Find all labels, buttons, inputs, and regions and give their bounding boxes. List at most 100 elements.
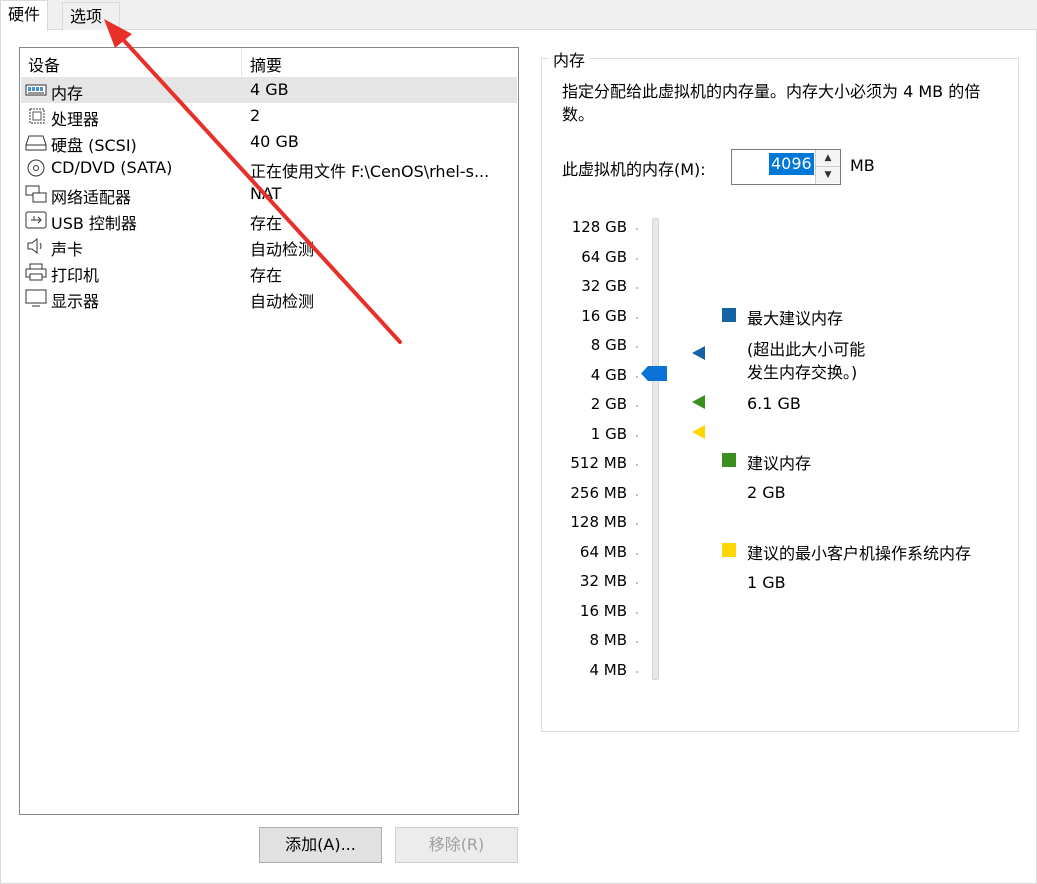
sound-icon — [27, 237, 42, 255]
device-row-memory[interactable]: 内存 4 GB — [21, 77, 517, 103]
scale-label: 8 MB — [589, 631, 627, 649]
device-name: 声卡 — [51, 240, 84, 259]
device-name: 网络适配器 — [51, 188, 132, 207]
scale-label: 16 MB — [579, 601, 627, 620]
device-summary: 正在使用文件 F:\CenOS\rhel-s... — [250, 162, 490, 181]
scale-label: 32 MB — [579, 572, 627, 590]
scale-tick — [636, 523, 638, 525]
device-name: 硬盘 (SCSI) — [51, 136, 137, 155]
display-icon — [25, 289, 47, 307]
scale-label: 128 GB — [571, 218, 627, 236]
usb-icon — [25, 211, 47, 229]
tab-options[interactable]: 选项 — [62, 2, 120, 30]
spin-buttons: ▲ ▼ — [815, 150, 840, 184]
device-name: CD/DVD (SATA) — [51, 158, 173, 177]
scale-tick — [636, 582, 638, 584]
scale-tick — [636, 405, 638, 407]
scale-tick — [636, 641, 638, 643]
device-name: 处理器 — [51, 110, 100, 129]
add-button[interactable]: 添加(A)... — [259, 827, 382, 863]
device-row-network-adapter[interactable]: 网络适配器 NAT — [21, 181, 517, 207]
recommended-memory-marker — [692, 395, 705, 409]
memory-spinbox[interactable]: 4096 ▲ ▼ — [731, 149, 841, 185]
column-header-device[interactable]: 设备 — [28, 52, 60, 76]
column-separator[interactable] — [241, 48, 242, 76]
max-memory-note: (超出此大小可能 发生内存交换。) — [747, 340, 866, 382]
device-summary: 自动检测 — [250, 240, 315, 259]
min-memory-value: 1 GB — [747, 573, 786, 592]
scale-tick — [636, 346, 638, 348]
device-name: 显示器 — [51, 292, 100, 311]
min-memory-swatch — [722, 543, 736, 557]
device-row-sound[interactable]: 声卡 自动检测 — [21, 233, 517, 259]
scale-tick — [636, 464, 638, 466]
memory-slider-track[interactable] — [652, 218, 659, 680]
spin-down-button[interactable]: ▼ — [816, 167, 840, 183]
device-list[interactable]: 设备 摘要 内存 4 GB 处理器 2 硬盘 (SCSI) 40 GB CD/D… — [19, 47, 519, 815]
scale-tick — [636, 316, 638, 319]
tab-bar: 硬件 选项 — [0, 0, 1037, 884]
recommended-memory-swatch — [722, 453, 736, 467]
scale-tick — [636, 552, 638, 555]
device-summary: NAT — [250, 184, 282, 203]
scale-label: 16 GB — [581, 306, 627, 325]
scale-tick — [636, 434, 638, 437]
max-memory-marker — [692, 346, 705, 360]
scale-label: 64 GB — [581, 247, 627, 266]
device-row-printer[interactable]: 打印机 存在 — [21, 259, 517, 285]
printer-icon — [25, 263, 47, 281]
recommended-memory-value: 2 GB — [747, 483, 786, 502]
scale-label: 1 GB — [590, 424, 627, 443]
memory-unit: MB — [850, 156, 875, 175]
scale-tick — [636, 287, 638, 289]
memory-group-title: 内存 — [548, 47, 591, 71]
scale-label: 64 MB — [579, 542, 627, 561]
device-name: USB 控制器 — [51, 214, 137, 233]
device-row-cd-dvd[interactable]: CD/DVD (SATA) 正在使用文件 F:\CenOS\rhel-s... — [21, 155, 517, 181]
min-memory-marker — [692, 425, 705, 439]
memory-description: 指定分配给此虚拟机的内存量。内存大小必须为 4 MB 的倍数。 — [562, 82, 981, 124]
scale-tick — [636, 670, 638, 673]
device-name: 内存 — [51, 84, 84, 103]
memory-value-input[interactable]: 4096 — [769, 153, 814, 175]
memory-icon — [25, 84, 47, 96]
max-memory-value: 6.1 GB — [747, 394, 801, 413]
min-memory-title: 建议的最小客户机操作系统内存 — [747, 544, 972, 563]
scale-tick — [636, 611, 638, 614]
max-memory-title: 最大建议内存 — [747, 309, 844, 328]
device-summary: 自动检测 — [250, 292, 315, 311]
cd-dvd-icon — [27, 159, 45, 177]
scale-tick — [636, 228, 638, 230]
scale-label: 128 MB — [570, 513, 627, 531]
scale-label: 256 MB — [570, 483, 627, 502]
device-summary: 4 GB — [250, 80, 289, 99]
recommended-memory-title: 建议内存 — [747, 454, 812, 473]
scale-label: 512 MB — [570, 454, 627, 472]
scale-label: 32 GB — [581, 277, 627, 295]
device-row-hard-disk[interactable]: 硬盘 (SCSI) 40 GB — [21, 129, 517, 155]
device-row-usb[interactable]: USB 控制器 存在 — [21, 207, 517, 233]
scale-tick — [636, 375, 638, 378]
scale-label: 8 GB — [590, 336, 627, 354]
cpu-icon — [29, 108, 45, 124]
scale-label: 4 MB — [589, 660, 627, 679]
network-adapter-icon — [25, 185, 47, 203]
scale-tick — [636, 493, 638, 496]
scale-label: 2 GB — [590, 395, 627, 413]
column-header-summary[interactable]: 摘要 — [250, 52, 282, 76]
scale-label: 4 GB — [590, 365, 627, 384]
scale-tick — [636, 257, 638, 260]
device-summary: 40 GB — [250, 132, 299, 151]
remove-button[interactable]: 移除(R) — [395, 827, 518, 863]
device-row-processor[interactable]: 处理器 2 — [21, 103, 517, 129]
device-list-header: 设备 摘要 — [20, 48, 518, 76]
spin-up-button[interactable]: ▲ — [816, 150, 840, 167]
device-row-display[interactable]: 显示器 自动检测 — [21, 285, 517, 311]
memory-slider-thumb[interactable] — [641, 366, 667, 381]
device-summary: 存在 — [250, 266, 283, 285]
hard-disk-icon — [25, 135, 47, 151]
device-summary: 存在 — [250, 214, 283, 233]
device-name: 打印机 — [51, 266, 100, 285]
tab-hardware[interactable]: 硬件 — [0, 0, 49, 31]
memory-field-label: 此虚拟机的内存(M): — [562, 160, 706, 179]
